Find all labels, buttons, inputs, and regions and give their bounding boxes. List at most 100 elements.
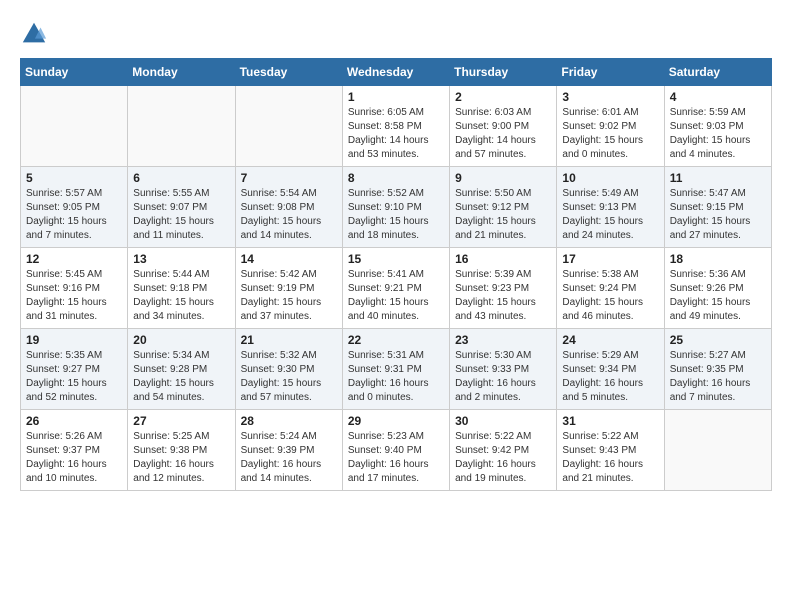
calendar-cell: 27 Sunrise: 5:25 AM Sunset: 9:38 PM Dayli… xyxy=(128,410,235,491)
calendar-cell: 20Sunrise: 5:34 AM Sunset: 9:28 PM Dayli… xyxy=(128,329,235,410)
calendar-cell: 21 Sunrise: 5:32 AM Sunset: 9:30 PM Dayli… xyxy=(235,329,342,410)
calendar-week-row: 26 Sunrise: 5:26 AM Sunset: 9:37 PM Dayli… xyxy=(21,410,772,491)
calendar-body: 1 Sunrise: 6:05 AM Sunset: 8:58 PM Daylig… xyxy=(21,86,772,491)
day-info: Sunrise: 5:34 AM Sunset: 9:28 PM Dayligh… xyxy=(133,349,229,405)
calendar-cell: 22Sunrise: 5:31 AM Sunset: 9:31 PM Dayli… xyxy=(342,329,449,410)
day-info: Sunrise: 5:23 AM Sunset: 9:40 PM Dayligh… xyxy=(348,430,444,486)
day-number: 14 xyxy=(241,252,337,266)
calendar-cell: 8Sunrise: 5:52 AM Sunset: 9:10 PM Daylig… xyxy=(342,167,449,248)
calendar-cell: 2 Sunrise: 6:03 AM Sunset: 9:00 PM Daylig… xyxy=(450,86,557,167)
calendar-cell: 30 Sunrise: 5:22 AM Sunset: 9:42 PM Dayli… xyxy=(450,410,557,491)
calendar-cell: 24Sunrise: 5:29 AM Sunset: 9:34 PM Dayli… xyxy=(557,329,664,410)
calendar-cell: 16 Sunrise: 5:39 AM Sunset: 9:23 PM Dayli… xyxy=(450,248,557,329)
day-info: Sunrise: 6:05 AM Sunset: 8:58 PM Dayligh… xyxy=(348,106,444,162)
calendar-cell xyxy=(664,410,771,491)
day-info: Sunrise: 5:59 AM Sunset: 9:03 PM Dayligh… xyxy=(670,106,766,162)
day-info: Sunrise: 5:47 AM Sunset: 9:15 PM Dayligh… xyxy=(670,187,766,243)
weekday-header: Tuesday xyxy=(235,59,342,86)
day-info: Sunrise: 5:45 AM Sunset: 9:16 PM Dayligh… xyxy=(26,268,122,324)
calendar-cell: 9 Sunrise: 5:50 AM Sunset: 9:12 PM Daylig… xyxy=(450,167,557,248)
day-info: Sunrise: 5:35 AM Sunset: 9:27 PM Dayligh… xyxy=(26,349,122,405)
calendar-header-row: SundayMondayTuesdayWednesdayThursdayFrid… xyxy=(21,59,772,86)
day-info: Sunrise: 5:38 AM Sunset: 9:24 PM Dayligh… xyxy=(562,268,658,324)
day-number: 24 xyxy=(562,333,658,347)
day-number: 6 xyxy=(133,171,229,185)
day-number: 7 xyxy=(241,171,337,185)
calendar-cell: 10 Sunrise: 5:49 AM Sunset: 9:13 PM Dayli… xyxy=(557,167,664,248)
day-info: Sunrise: 5:27 AM Sunset: 9:35 PM Dayligh… xyxy=(670,349,766,405)
day-number: 26 xyxy=(26,414,122,428)
day-info: Sunrise: 5:44 AM Sunset: 9:18 PM Dayligh… xyxy=(133,268,229,324)
weekday-header: Friday xyxy=(557,59,664,86)
weekday-header: Wednesday xyxy=(342,59,449,86)
day-number: 18 xyxy=(670,252,766,266)
day-number: 1 xyxy=(348,90,444,104)
calendar-cell: 17 Sunrise: 5:38 AM Sunset: 9:24 PM Dayli… xyxy=(557,248,664,329)
day-number: 31 xyxy=(562,414,658,428)
day-info: Sunrise: 5:24 AM Sunset: 9:39 PM Dayligh… xyxy=(241,430,337,486)
calendar-cell: 15 Sunrise: 5:41 AM Sunset: 9:21 PM Dayli… xyxy=(342,248,449,329)
calendar-cell: 19 Sunrise: 5:35 AM Sunset: 9:27 PM Dayli… xyxy=(21,329,128,410)
logo-icon xyxy=(20,20,48,48)
day-number: 27 xyxy=(133,414,229,428)
day-number: 12 xyxy=(26,252,122,266)
weekday-header: Saturday xyxy=(664,59,771,86)
calendar-cell xyxy=(235,86,342,167)
weekday-header: Thursday xyxy=(450,59,557,86)
weekday-header: Monday xyxy=(128,59,235,86)
calendar-cell: 13Sunrise: 5:44 AM Sunset: 9:18 PM Dayli… xyxy=(128,248,235,329)
calendar-cell: 18 Sunrise: 5:36 AM Sunset: 9:26 PM Dayli… xyxy=(664,248,771,329)
day-number: 28 xyxy=(241,414,337,428)
day-info: Sunrise: 5:52 AM Sunset: 9:10 PM Dayligh… xyxy=(348,187,444,243)
day-info: Sunrise: 5:50 AM Sunset: 9:12 PM Dayligh… xyxy=(455,187,551,243)
day-info: Sunrise: 6:01 AM Sunset: 9:02 PM Dayligh… xyxy=(562,106,658,162)
calendar-cell: 6 Sunrise: 5:55 AM Sunset: 9:07 PM Daylig… xyxy=(128,167,235,248)
calendar-cell: 7 Sunrise: 5:54 AM Sunset: 9:08 PM Daylig… xyxy=(235,167,342,248)
calendar-cell: 29 Sunrise: 5:23 AM Sunset: 9:40 PM Dayli… xyxy=(342,410,449,491)
day-info: Sunrise: 5:55 AM Sunset: 9:07 PM Dayligh… xyxy=(133,187,229,243)
day-info: Sunrise: 5:39 AM Sunset: 9:23 PM Dayligh… xyxy=(455,268,551,324)
calendar-cell: 3Sunrise: 6:01 AM Sunset: 9:02 PM Daylig… xyxy=(557,86,664,167)
day-info: Sunrise: 5:32 AM Sunset: 9:30 PM Dayligh… xyxy=(241,349,337,405)
day-number: 30 xyxy=(455,414,551,428)
calendar-cell: 23 Sunrise: 5:30 AM Sunset: 9:33 PM Dayli… xyxy=(450,329,557,410)
day-info: Sunrise: 5:22 AM Sunset: 9:42 PM Dayligh… xyxy=(455,430,551,486)
calendar-week-row: 5Sunrise: 5:57 AM Sunset: 9:05 PM Daylig… xyxy=(21,167,772,248)
day-info: Sunrise: 5:41 AM Sunset: 9:21 PM Dayligh… xyxy=(348,268,444,324)
day-number: 22 xyxy=(348,333,444,347)
page-header xyxy=(20,20,772,48)
weekday-header: Sunday xyxy=(21,59,128,86)
calendar-cell: 12 Sunrise: 5:45 AM Sunset: 9:16 PM Dayli… xyxy=(21,248,128,329)
day-number: 9 xyxy=(455,171,551,185)
day-info: Sunrise: 5:26 AM Sunset: 9:37 PM Dayligh… xyxy=(26,430,122,486)
day-info: Sunrise: 5:49 AM Sunset: 9:13 PM Dayligh… xyxy=(562,187,658,243)
day-number: 23 xyxy=(455,333,551,347)
day-number: 10 xyxy=(562,171,658,185)
day-number: 21 xyxy=(241,333,337,347)
day-number: 4 xyxy=(670,90,766,104)
day-info: Sunrise: 6:03 AM Sunset: 9:00 PM Dayligh… xyxy=(455,106,551,162)
calendar-cell: 28 Sunrise: 5:24 AM Sunset: 9:39 PM Dayli… xyxy=(235,410,342,491)
logo xyxy=(20,20,52,48)
calendar-cell: 31 Sunrise: 5:22 AM Sunset: 9:43 PM Dayli… xyxy=(557,410,664,491)
day-info: Sunrise: 5:22 AM Sunset: 9:43 PM Dayligh… xyxy=(562,430,658,486)
calendar-cell xyxy=(128,86,235,167)
day-number: 19 xyxy=(26,333,122,347)
day-number: 2 xyxy=(455,90,551,104)
day-info: Sunrise: 5:30 AM Sunset: 9:33 PM Dayligh… xyxy=(455,349,551,405)
day-number: 5 xyxy=(26,171,122,185)
day-number: 17 xyxy=(562,252,658,266)
day-number: 29 xyxy=(348,414,444,428)
day-info: Sunrise: 5:42 AM Sunset: 9:19 PM Dayligh… xyxy=(241,268,337,324)
day-info: Sunrise: 5:36 AM Sunset: 9:26 PM Dayligh… xyxy=(670,268,766,324)
calendar-cell: 1 Sunrise: 6:05 AM Sunset: 8:58 PM Daylig… xyxy=(342,86,449,167)
calendar-cell: 11Sunrise: 5:47 AM Sunset: 9:15 PM Dayli… xyxy=(664,167,771,248)
day-info: Sunrise: 5:25 AM Sunset: 9:38 PM Dayligh… xyxy=(133,430,229,486)
calendar-cell: 4 Sunrise: 5:59 AM Sunset: 9:03 PM Daylig… xyxy=(664,86,771,167)
calendar-week-row: 12 Sunrise: 5:45 AM Sunset: 9:16 PM Dayli… xyxy=(21,248,772,329)
day-number: 16 xyxy=(455,252,551,266)
day-number: 15 xyxy=(348,252,444,266)
calendar-cell: 14 Sunrise: 5:42 AM Sunset: 9:19 PM Dayli… xyxy=(235,248,342,329)
calendar-cell: 26 Sunrise: 5:26 AM Sunset: 9:37 PM Dayli… xyxy=(21,410,128,491)
day-info: Sunrise: 5:54 AM Sunset: 9:08 PM Dayligh… xyxy=(241,187,337,243)
